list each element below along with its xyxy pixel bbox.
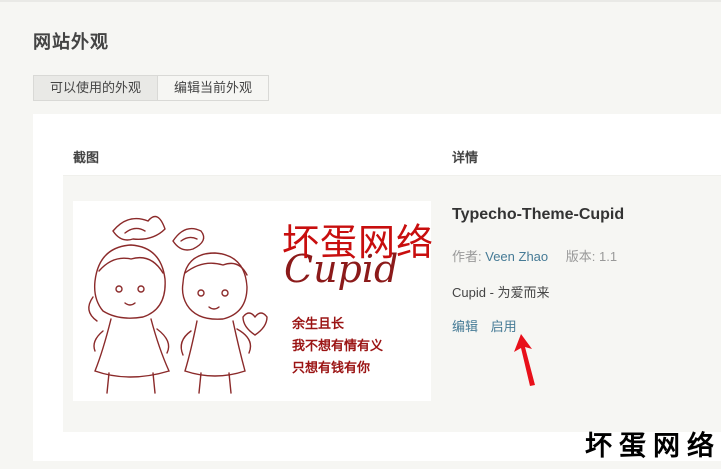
column-header-details: 详情 [452, 150, 479, 165]
theme-actions: 编辑 启用 [452, 316, 517, 335]
top-border [0, 0, 721, 2]
theme-name: Typecho-Theme-Cupid [452, 206, 625, 223]
tab-edit-current-theme[interactable]: 编辑当前外观 [158, 75, 270, 101]
column-header-screenshot: 截图 [73, 150, 100, 165]
theme-description: Cupid - 为爱而来 [452, 285, 550, 300]
version-value: 1.1 [599, 249, 618, 264]
slogan-line: 余生且长 [292, 316, 345, 331]
theme-tabs: 可以使用的外观 编辑当前外观 [33, 75, 270, 101]
watermark-corner: 坏蛋网络 [585, 431, 721, 462]
version-label: 版本: [565, 249, 596, 264]
slogan-line: 只想有钱有你 [292, 360, 371, 375]
annotation-arrow-icon [514, 334, 535, 386]
author-link[interactable]: Veen Zhao [485, 249, 548, 264]
watermark-overlay: 坏蛋网络 [282, 221, 434, 264]
edit-theme-link[interactable]: 编辑 [452, 319, 478, 334]
tab-available-themes[interactable]: 可以使用的外观 [33, 75, 159, 101]
author-label: 作者: [452, 249, 482, 264]
theme-meta: 作者: Veen Zhao 版本: 1.1 [452, 246, 617, 265]
slogan-line: 我不想有情有义 [292, 338, 384, 353]
thumbnail-slogan: 余生且长 我不想有情有义 只想有钱有你 [292, 313, 383, 379]
page-title: 网站外观 [33, 32, 109, 52]
